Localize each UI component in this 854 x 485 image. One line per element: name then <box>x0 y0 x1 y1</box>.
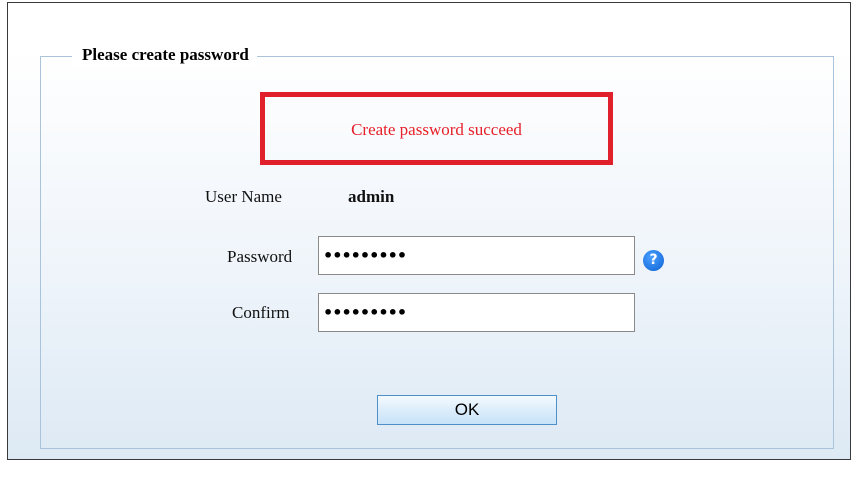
username-label: User Name <box>205 187 282 206</box>
confirm-password-field[interactable] <box>318 293 635 332</box>
username-value: admin <box>348 187 395 206</box>
password-label: Password <box>227 247 293 266</box>
question-circle-icon[interactable]: ? <box>643 250 664 271</box>
fieldset-legend: Please create password <box>72 44 257 66</box>
status-highlight-box: Create password succeed <box>260 92 613 165</box>
confirm-label: Confirm <box>232 303 290 322</box>
ok-button[interactable]: OK <box>377 395 557 425</box>
password-field[interactable] <box>318 236 635 275</box>
status-message: Create password succeed <box>351 119 522 139</box>
help-glyph: ? <box>649 252 658 268</box>
